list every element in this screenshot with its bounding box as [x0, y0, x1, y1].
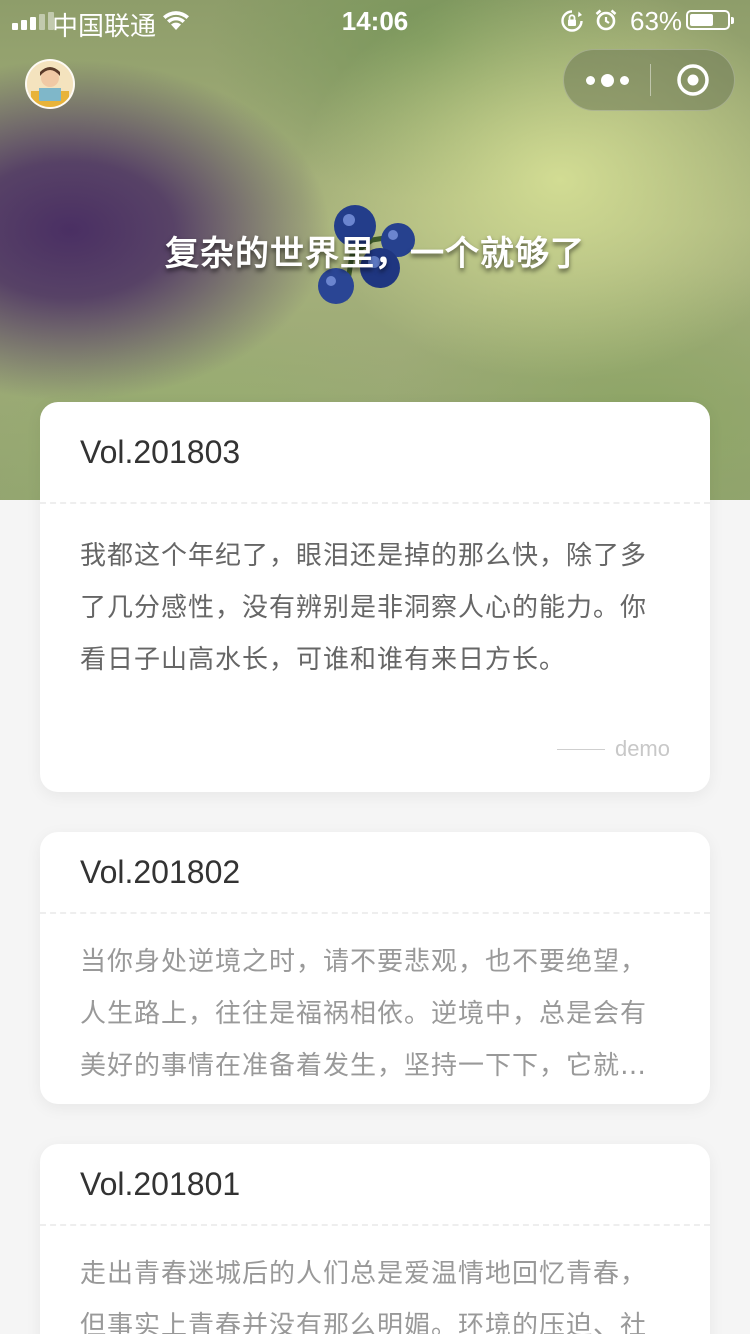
mini-program-capsule [563, 49, 735, 111]
author-dash-line [556, 748, 605, 750]
card-volume-title: Vol.201801 [40, 1144, 710, 1226]
card-volume-title: Vol.201803 [40, 402, 710, 504]
card-excerpt: 当你身处逆境之时，请不要悲观，也不要绝望，人生路上，往往是福祸相依。逆境中，总是… [80, 947, 648, 1081]
page: 中国联通 14:06 63% 复杂的世界里，一个就够了 Vol.201803 我… [0, 0, 750, 1334]
card-author: demo [556, 736, 670, 762]
more-dots-icon[interactable] [564, 50, 650, 110]
target-close-icon[interactable] [651, 50, 735, 110]
hero-title: 复杂的世界里，一个就够了 [165, 234, 585, 274]
battery-percent: 63% [630, 6, 683, 36]
card-author-name: demo [614, 736, 670, 761]
article-card[interactable]: Vol.201803 我都这个年纪了，眼泪还是掉的那么快，除了多了几分感性，没有… [40, 402, 710, 792]
card-excerpt: 走出青春迷城后的人们总是爱温情地回忆青春，但事实上青春并没有那么明媚。环境的压迫… [80, 1259, 648, 1334]
status-bar: 中国联通 14:06 63% [0, 0, 750, 41]
avatar-image [27, 61, 73, 107]
article-card[interactable]: Vol.201801 走出青春迷城后的人们总是爱温情地回忆青春，但事实上青春并没… [40, 1144, 710, 1334]
card-volume-title: Vol.201802 [40, 832, 710, 914]
card-excerpt: 我都这个年纪了，眼泪还是掉的那么快，除了多了几分感性，没有辨别是非洞察人心的能力… [80, 541, 648, 675]
user-avatar[interactable] [25, 59, 75, 109]
battery-icon [686, 10, 734, 30]
alarm-icon [595, 9, 617, 31]
article-card[interactable]: Vol.201802 当你身处逆境之时，请不要悲观，也不要绝望，人生路上，往往是… [40, 832, 710, 1104]
orientation-lock-icon [561, 10, 583, 32]
